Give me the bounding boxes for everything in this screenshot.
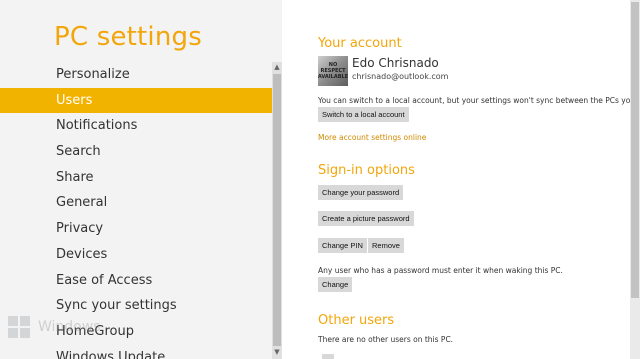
other-users-note: There are no other users on this PC. <box>318 335 454 344</box>
scroll-down-arrow-icon[interactable]: ▼ <box>272 347 282 357</box>
nav-item-general[interactable]: General <box>0 190 272 216</box>
nav-item-share[interactable]: Share <box>0 165 272 191</box>
other-users-title: Other users <box>318 313 395 328</box>
nav-item-users[interactable]: Users <box>0 87 272 114</box>
your-account-title: Your account <box>318 36 402 51</box>
nav-scroll-thumb[interactable] <box>273 74 281 346</box>
content-pane: Your account NO RESPECT AVAILABLE Edo Ch… <box>282 0 640 359</box>
windows-logo-icon <box>8 316 30 338</box>
change-password-button[interactable]: Change your password <box>318 185 404 200</box>
more-account-settings-link[interactable]: More account settings online <box>318 133 426 142</box>
change-wake-password-button[interactable]: Change <box>318 277 353 292</box>
remove-pin-button[interactable]: Remove <box>368 238 404 253</box>
account-description: You can switch to a local account, but y… <box>318 96 640 105</box>
switch-local-account-button[interactable]: Switch to a local account <box>318 107 409 122</box>
nav-item-ease-of-access[interactable]: Ease of Access <box>0 268 272 294</box>
user-name: Edo Chrisnado <box>352 56 439 70</box>
user-email: chrisnado@outlook.com <box>352 72 449 81</box>
nav-item-personalize[interactable]: Personalize <box>0 62 272 88</box>
settings-nav: Personalize Users Notifications Search S… <box>0 62 272 359</box>
windows-watermark: Windows <box>8 316 101 338</box>
nav-scrollbar[interactable]: ▲ ▼ <box>272 62 282 359</box>
change-pin-button[interactable]: Change PIN <box>318 238 367 253</box>
sign-in-options-title: Sign-in options <box>318 163 415 178</box>
content-scroll-thumb[interactable] <box>631 2 639 298</box>
pc-settings-window: PC settings Personalize Users Notificati… <box>0 0 640 359</box>
nav-item-notifications[interactable]: Notifications <box>0 113 272 139</box>
nav-item-devices[interactable]: Devices <box>0 242 272 268</box>
add-user-button-partial[interactable] <box>322 354 334 359</box>
avatar-image: NO RESPECT AVAILABLE <box>318 56 348 86</box>
picture-password-button[interactable]: Create a picture password <box>318 211 414 226</box>
nav-item-search[interactable]: Search <box>0 139 272 165</box>
left-pane: PC settings Personalize Users Notificati… <box>0 0 282 359</box>
content-scrollbar[interactable] <box>630 0 640 359</box>
page-title: PC settings <box>54 22 202 52</box>
avatar: NO RESPECT AVAILABLE <box>318 56 348 86</box>
watermark-text: Windows <box>38 319 101 335</box>
wake-password-note: Any user who has a password must enter i… <box>318 266 563 275</box>
nav-item-privacy[interactable]: Privacy <box>0 216 272 242</box>
scroll-up-arrow-icon[interactable]: ▲ <box>272 62 282 72</box>
nav-item-windows-update[interactable]: Windows Update <box>0 345 272 359</box>
